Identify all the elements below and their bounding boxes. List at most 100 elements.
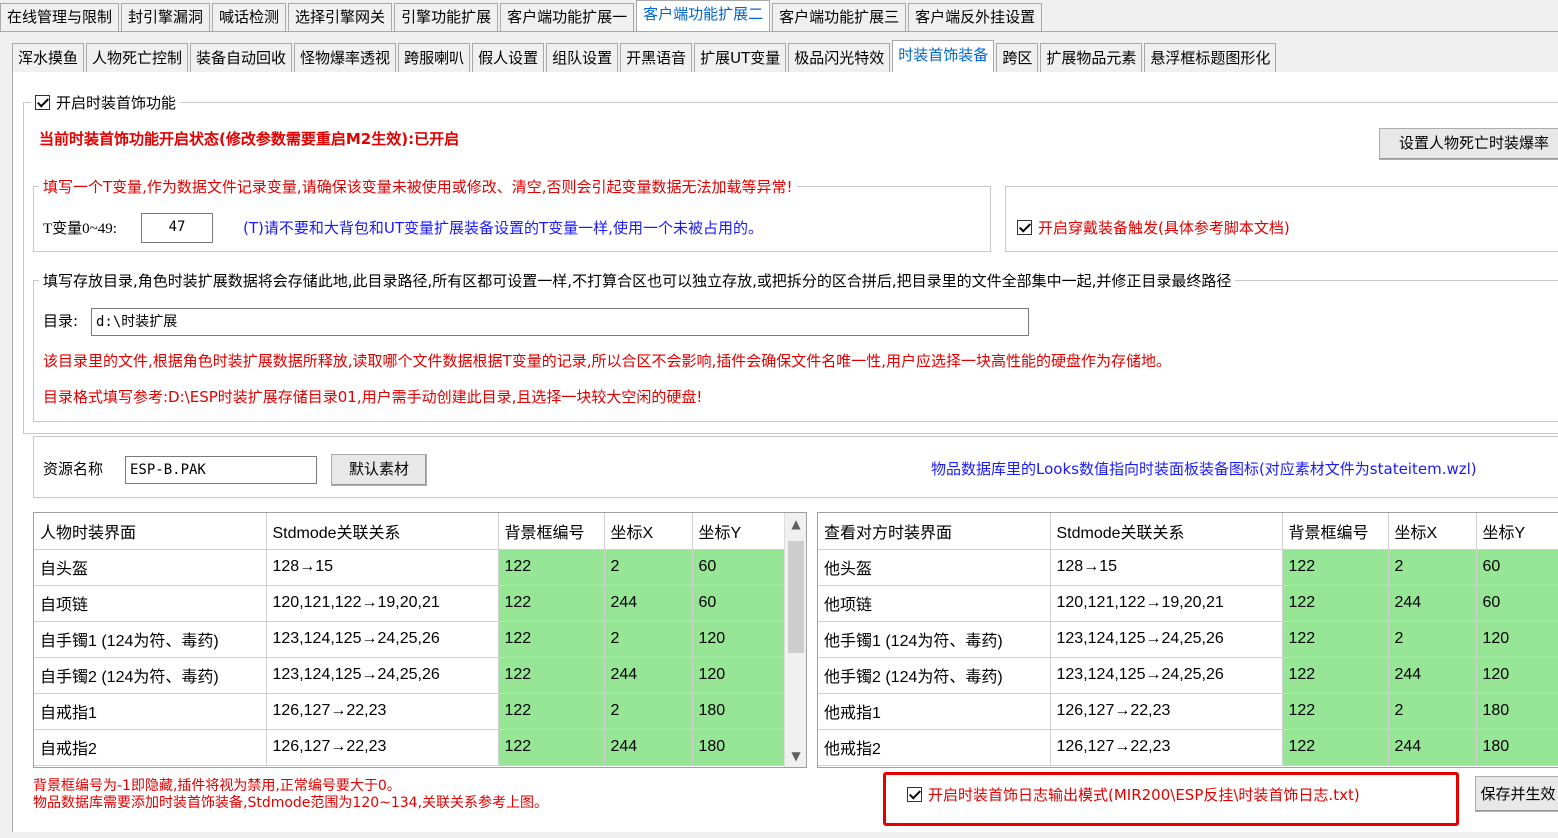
table-cell[interactable]: 60 [1476,585,1558,622]
top-tab-3[interactable]: 选择引擎网关 [288,3,393,31]
log-checkbox-box[interactable] [907,787,922,802]
top-tab-8[interactable]: 客户端反外挂设置 [908,3,1043,31]
sub-tab-3[interactable]: 怪物爆率透视 [294,43,397,73]
self-table-scrollbar[interactable]: ▲ ▼ [784,513,806,767]
table-row[interactable]: 自手镯1 (124为符、毒药) 123,124,125→24,25,26 122 2 1… [34,621,785,658]
sub-tab-2[interactable]: 装备自动回收 [190,43,293,73]
top-tab-5[interactable]: 客户端功能扩展一 [500,3,635,31]
table-row[interactable]: 自头盔 128→15 122 2 60 [34,549,785,586]
table-cell[interactable]: 244 [604,729,693,766]
table-cell[interactable]: 122 [498,549,605,586]
table-cell: 他戒指2 [818,729,1051,766]
sub-tab-12[interactable]: 扩展物品元素 [1040,43,1143,73]
wear-trigger-checkbox-box[interactable] [1017,220,1032,235]
column-header[interactable]: 背景框编号 [1282,513,1389,550]
table-cell[interactable]: 180 [692,693,785,730]
table-row[interactable]: 他头盔 128→15 122 2 60 [818,549,1558,586]
sub-tab-0[interactable]: 浑水摸鱼 [12,43,85,73]
resource-input[interactable]: ESP-B.PAK [125,456,317,484]
top-tab-7[interactable]: 客户端功能扩展三 [772,3,907,31]
enable-checkbox[interactable]: 开启时装首饰功能 [31,92,181,113]
save-apply-button[interactable]: 保存并生效 [1475,776,1558,812]
sub-tab-8[interactable]: 扩展UT变量 [694,43,787,73]
sub-tab-7[interactable]: 开黑语音 [620,43,693,73]
top-tab-2[interactable]: 喊话检测 [212,3,287,31]
table-cell[interactable]: 2 [1388,693,1477,730]
table-cell[interactable]: 2 [1388,621,1477,658]
table-row[interactable]: 他手镯1 (124为符、毒药) 123,124,125→24,25,26 122 2 1… [818,621,1558,658]
table-cell[interactable]: 2 [604,549,693,586]
table-cell[interactable]: 2 [604,693,693,730]
other-fashion-table[interactable]: 查看对方时装界面 Stdmode关联关系 背景框编号 坐标X 坐标Y 他头盔 128→15… [817,512,1558,768]
table-cell[interactable]: 180 [1476,729,1558,766]
column-header[interactable]: Stdmode关联关系 [1050,513,1283,550]
sub-tab-11[interactable]: 跨区 [996,43,1039,73]
table-cell[interactable]: 2 [1388,549,1477,586]
table-cell[interactable]: 120 [1476,621,1558,658]
top-tab-6[interactable]: 客户端功能扩展二 [636,0,771,32]
table-row[interactable]: 自戒指1 126,127→22,23 122 2 180 [34,693,785,730]
table-cell[interactable]: 2 [604,621,693,658]
table-row[interactable]: 自戒指2 126,127→22,23 122 244 180 [34,729,785,766]
table-row[interactable]: 他手镯2 (124为符、毒药) 123,124,125→24,25,26 122 24… [818,657,1558,694]
dir-input[interactable]: d:\时装扩展 [91,308,1029,336]
table-cell[interactable]: 122 [1282,693,1389,730]
sub-tab-1[interactable]: 人物死亡控制 [86,43,189,73]
table-cell[interactable]: 244 [1388,585,1477,622]
table-cell[interactable]: 122 [1282,657,1389,694]
column-header[interactable]: 坐标X [604,513,693,550]
column-header[interactable]: 坐标Y [1476,513,1558,550]
death-drop-button[interactable]: 设置人物死亡时装爆率 [1379,128,1558,160]
table-cell[interactable]: 122 [498,729,605,766]
top-tab-4[interactable]: 引擎功能扩展 [394,3,499,31]
sub-tab-9[interactable]: 极品闪光特效 [788,43,891,73]
table-cell[interactable]: 122 [1282,621,1389,658]
table-cell[interactable]: 120 [1476,657,1558,694]
table-cell[interactable]: 122 [1282,549,1389,586]
table-cell[interactable]: 180 [1476,693,1558,730]
scroll-up-icon[interactable]: ▲ [785,517,806,531]
table-cell[interactable]: 122 [498,585,605,622]
column-header[interactable]: 人物时装界面 [34,513,267,550]
table-cell[interactable]: 244 [1388,729,1477,766]
enable-checkbox-box[interactable] [35,95,50,110]
table-cell[interactable]: 60 [692,549,785,586]
tvar-input[interactable]: 47 [141,213,213,243]
column-header[interactable]: 背景框编号 [498,513,605,550]
table-row[interactable]: 他戒指1 126,127→22,23 122 2 180 [818,693,1558,730]
sub-tab-4[interactable]: 跨服喇叭 [398,43,471,73]
table-cell[interactable]: 180 [692,729,785,766]
self-fashion-table[interactable]: 人物时装界面 Stdmode关联关系 背景框编号 坐标X 坐标Y 自头盔 128→15 12… [33,512,807,768]
table-cell[interactable]: 122 [1282,585,1389,622]
sub-tab-5[interactable]: 假人设置 [472,43,545,73]
table-cell[interactable]: 120 [692,621,785,658]
sub-tab-6[interactable]: 组队设置 [546,43,619,73]
top-tab-0[interactable]: 在线管理与限制 [0,3,120,31]
column-header[interactable]: 坐标Y [692,513,785,550]
column-header[interactable]: 坐标X [1388,513,1477,550]
log-checkbox[interactable]: 开启时装首饰日志输出模式(MIR200\ESP反挂\时装首饰日志.txt) [907,784,1360,805]
table-cell[interactable]: 120 [692,657,785,694]
table-cell[interactable]: 122 [498,693,605,730]
scroll-down-icon[interactable]: ▼ [785,749,806,763]
table-cell[interactable]: 122 [498,657,605,694]
top-tab-1[interactable]: 封引擎漏洞 [121,3,211,31]
table-cell[interactable]: 244 [1388,657,1477,694]
table-row[interactable]: 他戒指2 126,127→22,23 122 244 180 [818,729,1558,766]
table-row[interactable]: 自项链 120,121,122→19,20,21 122 244 60 [34,585,785,622]
table-cell[interactable]: 122 [1282,729,1389,766]
wear-trigger-checkbox[interactable]: 开启穿戴装备触发(具体参考脚本文档) [1017,217,1290,238]
table-cell[interactable]: 244 [604,657,693,694]
column-header[interactable]: Stdmode关联关系 [266,513,499,550]
table-row[interactable]: 自手镯2 (124为符、毒药) 123,124,125→24,25,26 122 24… [34,657,785,694]
table-cell[interactable]: 244 [604,585,693,622]
sub-tab-13[interactable]: 悬浮框标题图形化 [1144,43,1277,73]
sub-tab-10[interactable]: 时装首饰装备 [892,40,995,74]
column-header[interactable]: 查看对方时装界面 [818,513,1051,550]
default-material-button[interactable]: 默认素材 [331,454,427,486]
table-cell[interactable]: 122 [498,621,605,658]
scroll-thumb[interactable] [788,541,804,653]
table-cell[interactable]: 60 [692,585,785,622]
table-row[interactable]: 他项链 120,121,122→19,20,21 122 244 60 [818,585,1558,622]
table-cell[interactable]: 60 [1476,549,1558,586]
